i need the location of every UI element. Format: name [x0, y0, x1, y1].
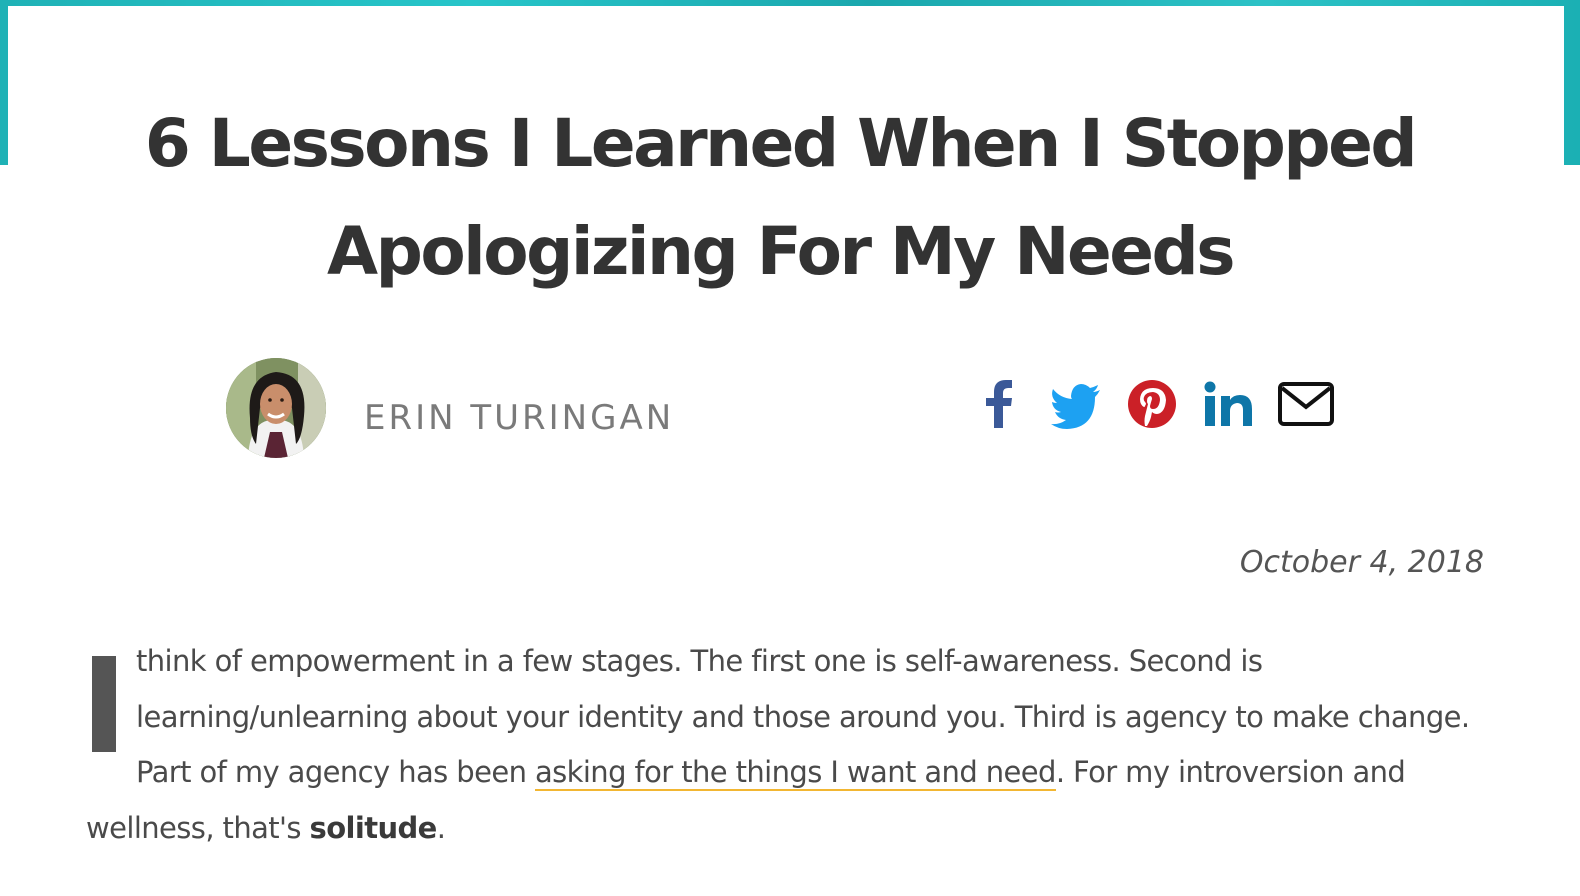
publish-date: October 4, 2018 — [1239, 545, 1484, 580]
facebook-icon — [986, 380, 1012, 428]
pinterest-icon — [1128, 380, 1176, 428]
author-avatar[interactable] — [226, 358, 326, 458]
article-intro-paragraph: I think of empowerment in a few stages. … — [86, 634, 1506, 856]
linkedin-icon — [1204, 381, 1252, 426]
share-email-button[interactable] — [1277, 374, 1335, 434]
email-icon — [1278, 382, 1334, 426]
share-facebook-button[interactable] — [980, 374, 1020, 434]
author-name[interactable]: ERIN TURINGAN — [364, 398, 674, 438]
paragraph-text-3: . — [436, 810, 446, 845]
share-twitter-button[interactable] — [1050, 374, 1102, 434]
article-title: 6 Lessons I Learned When I Stopped Apolo… — [144, 105, 1418, 290]
author-photo — [226, 358, 326, 458]
share-pinterest-button[interactable] — [1126, 374, 1178, 434]
drop-cap-glyph — [92, 656, 116, 752]
asking-for-things-link[interactable]: asking for the things I want and need — [534, 755, 1056, 791]
solitude-emphasis: solitude — [309, 810, 438, 845]
twitter-icon — [1051, 384, 1100, 429]
share-linkedin-button[interactable] — [1202, 374, 1256, 434]
drop-cap — [86, 644, 134, 756]
